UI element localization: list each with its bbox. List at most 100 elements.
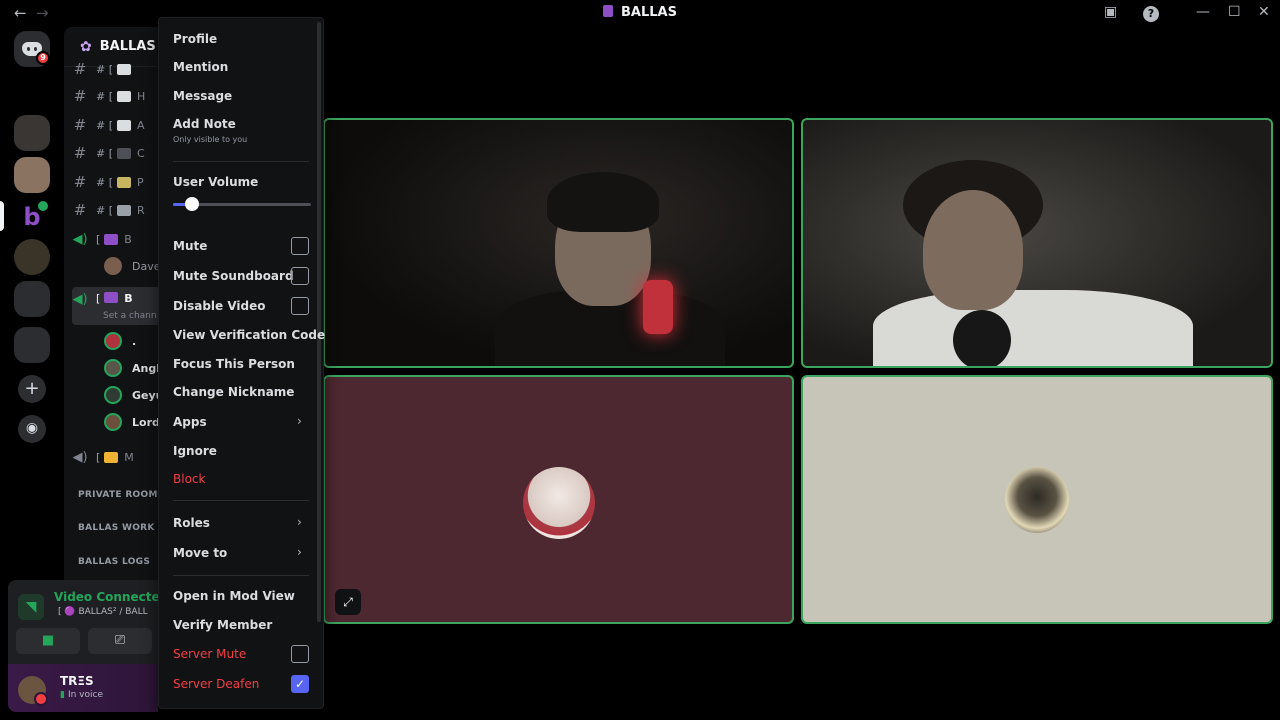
menu-item-move-to[interactable]: Move to <box>173 546 313 560</box>
server-icon[interactable] <box>14 115 50 151</box>
scrollbar[interactable] <box>317 22 321 622</box>
server-folder-icon[interactable] <box>14 327 50 363</box>
connection-signal-icon: ◥ <box>18 594 44 620</box>
participant-video <box>923 190 1023 310</box>
server-logo-icon <box>603 5 614 17</box>
speaker-icon: ◀) <box>72 292 88 307</box>
microphone <box>953 310 1011 366</box>
avatar[interactable] <box>18 676 48 706</box>
voice-status-title[interactable]: Video Connected <box>54 590 168 604</box>
speaker-icon: ◀) <box>72 449 88 465</box>
channel-item[interactable]: # # [C <box>72 141 145 165</box>
menu-item-change-nickname[interactable]: Change Nickname <box>173 385 313 399</box>
radio-icon <box>117 204 132 216</box>
menu-item-block[interactable]: Block <box>173 472 313 486</box>
category-private-rooms[interactable]: PRIVATE ROOMS <box>78 490 158 500</box>
menu-item-apps[interactable]: Apps <box>173 415 313 429</box>
speaker-icon: ◀) <box>72 231 88 247</box>
explore-compass-icon[interactable]: ◉ <box>18 415 46 443</box>
voice-member[interactable]: Angh <box>104 357 158 379</box>
menu-item-ignore[interactable]: Ignore <box>173 444 313 458</box>
menu-item-mention[interactable]: Mention <box>173 60 313 74</box>
video-tile-camera[interactable] <box>323 118 794 368</box>
avatar <box>523 467 595 539</box>
user-volume-slider[interactable] <box>173 197 311 211</box>
activity-badge <box>36 199 50 213</box>
server-folder-icon[interactable] <box>14 281 50 317</box>
participant-video <box>873 290 1193 366</box>
hashtag-icon: # <box>73 60 87 78</box>
share-screen-button[interactable]: ⎚ <box>88 628 152 654</box>
category-ballas-work[interactable]: BALLAS WORK <box>78 523 155 533</box>
video-tile-avatar[interactable]: ⤢ <box>323 375 794 624</box>
add-server-button[interactable]: + <box>18 375 46 403</box>
channel-topic: Set a chann <box>103 311 157 321</box>
mute-soundboard-checkbox[interactable] <box>291 267 309 285</box>
category-ballas-logs[interactable]: BALLAS LOGS <box>78 557 150 567</box>
mention-badge: 9 <box>36 51 50 65</box>
menu-item-verify-member[interactable]: Verify Member <box>173 618 313 632</box>
screen-share-icon[interactable]: ▣ <box>1104 4 1117 20</box>
active-server-indicator <box>0 201 4 231</box>
camera-icon <box>117 147 132 159</box>
voice-member[interactable]: Geyu <box>104 384 158 406</box>
video-tile-avatar[interactable] <box>801 375 1273 624</box>
voice-connection-panel: ◥ Video Connected [ 🟣 BALLAS² / BALL ■ ⎚ <box>8 580 168 664</box>
camera-button[interactable]: ■ <box>16 628 80 654</box>
channel-item[interactable]: # # [H <box>72 84 146 108</box>
video-tile-camera[interactable] <box>801 118 1273 368</box>
menu-item-profile[interactable]: Profile <box>173 32 313 46</box>
menu-item-message[interactable]: Message <box>173 89 313 103</box>
popout-icon[interactable]: ⤢ <box>335 589 361 615</box>
avatar <box>104 257 122 275</box>
participant-video <box>547 172 659 232</box>
channel-item[interactable]: # # [P <box>72 170 144 194</box>
channel-sidebar: ✿ BALLAS # # [ # # [H # # [A # # [C # # [P # #… <box>64 27 158 580</box>
user-status: ▮ In voice <box>60 690 103 700</box>
avatar <box>104 413 122 431</box>
server-mute-checkbox[interactable] <box>291 645 309 663</box>
ballas-emoji-icon <box>104 233 119 245</box>
hashtag-icon: # <box>73 201 87 219</box>
menu-item-roles[interactable]: Roles <box>173 516 313 530</box>
close-icon[interactable]: ✕ <box>1258 4 1270 20</box>
voice-channel-item[interactable]: ◀)[B <box>72 227 131 251</box>
mute-checkbox[interactable] <box>291 237 309 255</box>
menu-item-focus-this-person[interactable]: Focus This Person <box>173 357 313 371</box>
locked-voice-channel[interactable]: ◀)[M <box>72 445 133 469</box>
avatar <box>1005 467 1069 533</box>
avatar <box>104 386 122 404</box>
menu-item-open-in-mod-view[interactable]: Open in Mod View <box>173 589 313 603</box>
disable-video-checkbox[interactable] <box>291 297 309 315</box>
hashtag-icon: # <box>73 116 87 134</box>
channel-item[interactable]: # # [A <box>72 113 145 137</box>
chevron-right-icon: › <box>297 545 302 559</box>
avatar <box>104 359 122 377</box>
chevron-right-icon: › <box>297 515 302 529</box>
folder-icon <box>117 176 132 188</box>
ballas-emoji-icon <box>104 292 119 303</box>
menu-item-view-verification-code[interactable]: View Verification Code <box>173 328 325 342</box>
server-flower-icon: ✿ <box>80 38 92 55</box>
server-icon[interactable] <box>14 157 50 193</box>
username[interactable]: TRΞS <box>60 674 94 688</box>
hashtag-icon: # <box>73 87 87 105</box>
server-deafen-checkbox[interactable]: ✓ <box>291 675 309 693</box>
menu-item-add-note[interactable]: Add Note <box>173 117 313 131</box>
menu-divider <box>173 575 309 576</box>
chat-icon <box>117 90 132 102</box>
prestige-server-icon[interactable] <box>14 239 50 275</box>
voice-member[interactable]: Dave <box>104 255 158 277</box>
menu-divider <box>173 500 309 501</box>
slider-handle[interactable] <box>185 197 200 211</box>
voice-channel-path[interactable]: [ 🟣 BALLAS² / BALL <box>58 607 148 617</box>
channel-item[interactable]: # # [ <box>72 57 132 81</box>
maximize-icon[interactable]: ☐ <box>1228 4 1241 20</box>
help-icon[interactable]: ? <box>1143 6 1159 22</box>
voice-member[interactable]: Lord <box>104 411 158 433</box>
active-voice-channel[interactable]: ◀)[B Set a chann <box>72 287 158 325</box>
channel-item[interactable]: # # [R <box>72 198 145 222</box>
minimize-icon[interactable]: — <box>1196 4 1210 20</box>
voice-member[interactable]: . <box>104 330 136 352</box>
menu-item-user-volume: User Volume <box>173 175 259 189</box>
